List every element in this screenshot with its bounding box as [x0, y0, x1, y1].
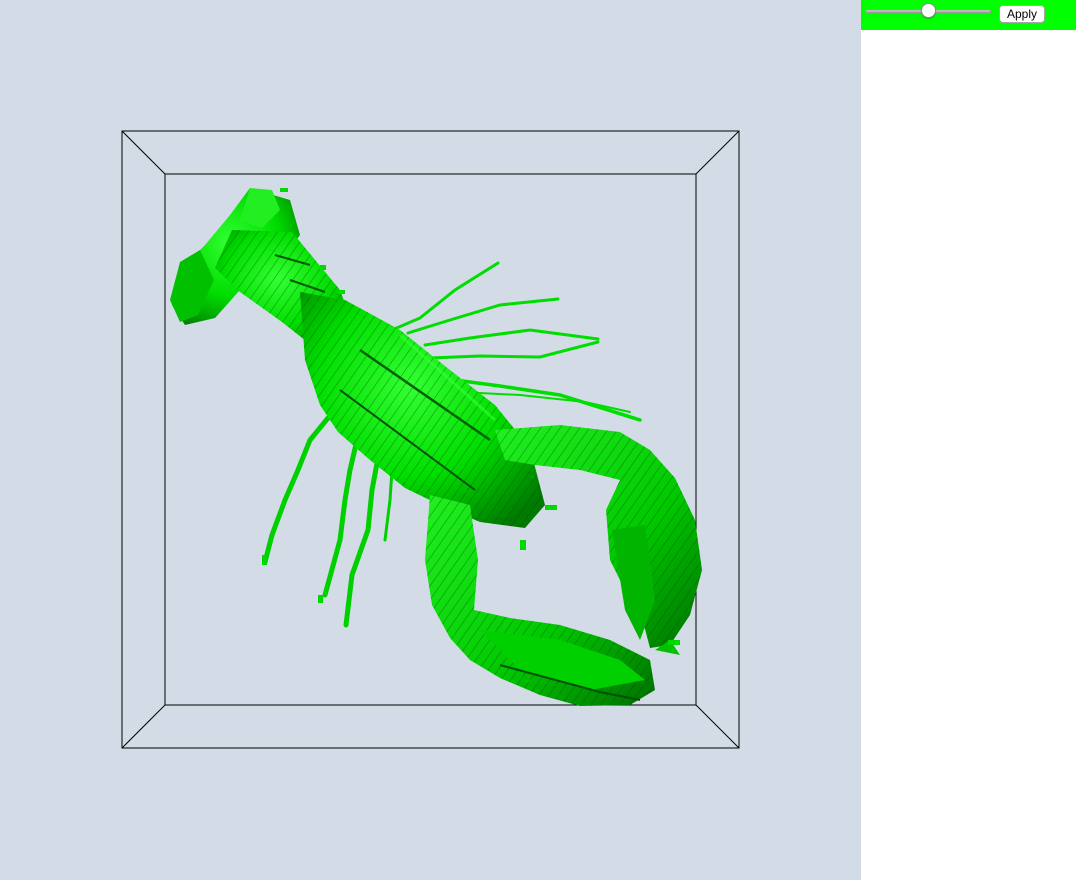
render-viewport[interactable] [0, 0, 861, 880]
apply-button[interactable]: Apply [999, 5, 1046, 23]
side-panel: Apply [861, 0, 1076, 880]
control-toolbar: Apply [861, 0, 1076, 30]
lobster-isosurface [170, 188, 702, 706]
iso-value-slider[interactable] [865, 3, 991, 19]
slider-thumb[interactable] [921, 3, 936, 18]
scene-canvas[interactable] [0, 0, 861, 880]
